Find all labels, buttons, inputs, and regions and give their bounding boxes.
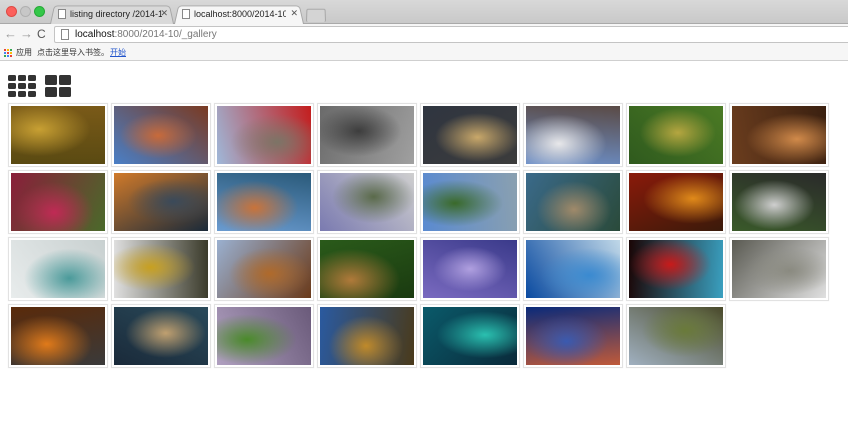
- gallery-thumbnail[interactable]: [626, 170, 726, 234]
- gallery-thumbnail[interactable]: [317, 103, 417, 167]
- thumbnail-image: [11, 173, 105, 231]
- gallery-thumbnail[interactable]: [523, 170, 623, 234]
- gallery-thumbnail[interactable]: [214, 170, 314, 234]
- bookmarks-bar: 应用 点击这里导入书签。 开始: [0, 44, 848, 61]
- thumbnail-image: [526, 106, 620, 164]
- gallery-thumbnail[interactable]: [523, 237, 623, 301]
- bookmark-apps[interactable]: 应用: [16, 47, 32, 58]
- thumbnail-image: [217, 106, 311, 164]
- tab-strip: listing directory /2014-10 ✕ localhost:8…: [0, 0, 848, 24]
- forward-arrow-icon[interactable]: →: [20, 26, 33, 42]
- thumbnail-image: [629, 173, 723, 231]
- thumbnail-image: [320, 173, 414, 231]
- thumbnail-image: [526, 173, 620, 231]
- gallery-thumbnail[interactable]: [214, 237, 314, 301]
- thumbnail-image: [629, 106, 723, 164]
- browser-toolbar: ← → C localhost:8000/2014-10/_gallery: [0, 24, 848, 44]
- gallery-thumbnail[interactable]: [729, 237, 829, 301]
- thumbnail-image: [629, 240, 723, 298]
- thumbnail-image: [732, 240, 826, 298]
- grid-3x3-icon[interactable]: [8, 75, 36, 97]
- gallery-thumbnail[interactable]: [317, 170, 417, 234]
- gallery-thumbnail[interactable]: [729, 103, 829, 167]
- thumbnail-image: [217, 240, 311, 298]
- thumbnail-image: [629, 307, 723, 365]
- apps-grid-icon[interactable]: [3, 48, 12, 57]
- close-tab-icon[interactable]: ✕: [160, 8, 168, 19]
- thumbnail-image: [526, 240, 620, 298]
- address-bar[interactable]: localhost:8000/2014-10/_gallery: [54, 26, 848, 43]
- thumbnail-image: [114, 106, 208, 164]
- gallery-thumbnail[interactable]: [420, 103, 520, 167]
- gallery-thumbnail[interactable]: [214, 304, 314, 368]
- thumbnail-image: [320, 240, 414, 298]
- thumbnail-image: [114, 307, 208, 365]
- thumbnail-image: [423, 173, 517, 231]
- gallery-thumbnail[interactable]: [8, 103, 108, 167]
- thumbnail-image: [732, 106, 826, 164]
- thumbnail-image: [423, 240, 517, 298]
- gallery-thumbnail[interactable]: [8, 170, 108, 234]
- thumbnail-gallery: [8, 103, 832, 368]
- maximize-window-button[interactable]: [34, 6, 45, 17]
- tab-title: localhost:8000/2014-10/_g: [194, 9, 286, 19]
- thumbnail-image: [320, 307, 414, 365]
- back-arrow-icon[interactable]: ←: [4, 26, 17, 42]
- grid-2x2-icon[interactable]: [45, 75, 71, 97]
- thumbnail-image: [423, 307, 517, 365]
- gallery-thumbnail[interactable]: [729, 170, 829, 234]
- page-icon: [182, 9, 190, 19]
- thumbnail-image: [320, 106, 414, 164]
- gallery-thumbnail[interactable]: [111, 304, 211, 368]
- browser-chrome: listing directory /2014-10 ✕ localhost:8…: [0, 0, 848, 61]
- bookmark-start-link[interactable]: 开始: [110, 47, 126, 58]
- bookmark-import-prompt: 点击这里导入书签。: [37, 48, 109, 57]
- reload-icon[interactable]: C: [37, 26, 46, 42]
- gallery-thumbnail[interactable]: [111, 103, 211, 167]
- close-tab-icon[interactable]: ✕: [290, 8, 298, 19]
- gallery-thumbnail[interactable]: [420, 170, 520, 234]
- url-text: localhost:8000/2014-10/_gallery: [75, 29, 217, 40]
- gallery-thumbnail[interactable]: [523, 304, 623, 368]
- gallery-thumbnail[interactable]: [317, 237, 417, 301]
- thumbnail-image: [526, 307, 620, 365]
- new-tab-button[interactable]: [306, 8, 326, 22]
- close-window-button[interactable]: [6, 6, 17, 17]
- tab-title: listing directory /2014-10: [70, 9, 162, 19]
- thumbnail-image: [114, 240, 208, 298]
- gallery-thumbnail[interactable]: [420, 304, 520, 368]
- gallery-thumbnail[interactable]: [626, 103, 726, 167]
- gallery-thumbnail[interactable]: [626, 304, 726, 368]
- thumbnail-image: [423, 106, 517, 164]
- thumbnail-image: [217, 173, 311, 231]
- gallery-thumbnail[interactable]: [317, 304, 417, 368]
- gallery-thumbnail[interactable]: [214, 103, 314, 167]
- thumbnail-image: [114, 173, 208, 231]
- gallery-thumbnail[interactable]: [111, 237, 211, 301]
- gallery-thumbnail[interactable]: [8, 237, 108, 301]
- page-icon: [61, 29, 69, 40]
- minimize-window-button[interactable]: [20, 6, 31, 17]
- gallery-thumbnail[interactable]: [8, 304, 108, 368]
- thumbnail-image: [11, 240, 105, 298]
- gallery-thumbnail[interactable]: [420, 237, 520, 301]
- thumbnail-image: [11, 106, 105, 164]
- gallery-thumbnail[interactable]: [523, 103, 623, 167]
- gallery-thumbnail[interactable]: [626, 237, 726, 301]
- page-icon: [58, 9, 66, 19]
- tab-gallery[interactable]: localhost:8000/2014-10/_g ✕: [174, 4, 304, 24]
- gallery-thumbnail[interactable]: [111, 170, 211, 234]
- thumbnail-image: [11, 307, 105, 365]
- thumbnail-image: [217, 307, 311, 365]
- tab-listing-directory[interactable]: listing directory /2014-10 ✕: [50, 4, 174, 24]
- thumbnail-image: [732, 173, 826, 231]
